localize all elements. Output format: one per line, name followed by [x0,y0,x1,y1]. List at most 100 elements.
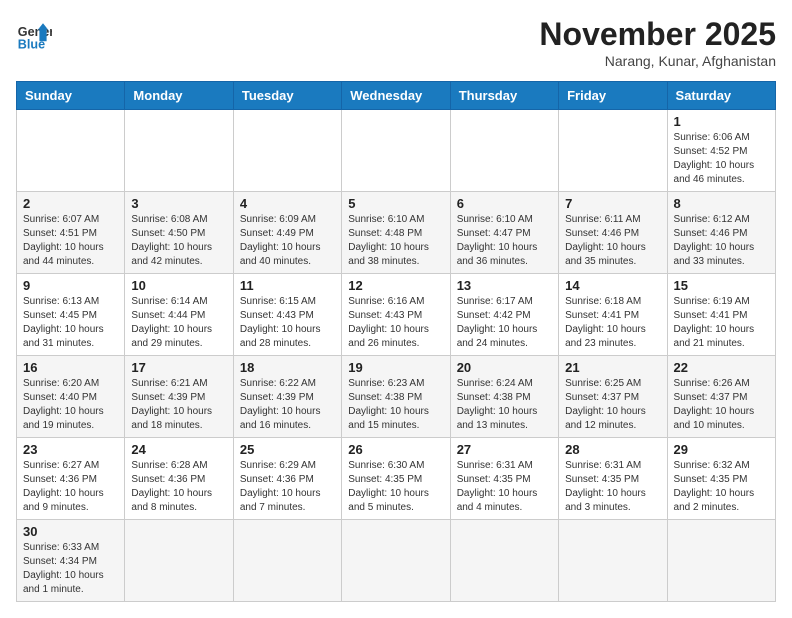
calendar-cell: 9Sunrise: 6:13 AM Sunset: 4:45 PM Daylig… [17,274,125,356]
day-number: 13 [457,278,552,293]
calendar-cell [450,110,558,192]
day-info: Sunrise: 6:18 AM Sunset: 4:41 PM Dayligh… [565,295,660,351]
day-info: Sunrise: 6:21 AM Sunset: 4:39 PM Dayligh… [131,377,226,433]
calendar-cell [559,110,667,192]
calendar-cell: 4 Sunrise: 6:09 AM Sunset: 4:49 PM Daylig… [233,192,341,274]
calendar-cell: 12Sunrise: 6:16 AM Sunset: 4:43 PM Dayli… [342,274,450,356]
day-info: Sunrise: 6:24 AM Sunset: 4:38 PM Dayligh… [457,377,552,433]
day-info: Sunrise: 6:09 AM Sunset: 4:49 PM Dayligh… [240,213,335,269]
day-info: Sunrise: 6:20 AM Sunset: 4:40 PM Dayligh… [23,377,118,433]
day-number: 26 [348,442,443,457]
location-subtitle: Narang, Kunar, Afghanistan [539,53,776,69]
weekday-header-tuesday: Tuesday [233,82,341,110]
calendar-cell: 24Sunrise: 6:28 AM Sunset: 4:36 PM Dayli… [125,438,233,520]
calendar-cell: 7Sunrise: 6:11 AM Sunset: 4:46 PM Daylig… [559,192,667,274]
day-number: 3 [131,196,226,211]
calendar-table: SundayMondayTuesdayWednesdayThursdayFrid… [16,81,776,602]
day-number: 20 [457,360,552,375]
day-number: 10 [131,278,226,293]
day-info: Sunrise: 6:25 AM Sunset: 4:37 PM Dayligh… [565,377,660,433]
day-info: Sunrise: 6:31 AM Sunset: 4:35 PM Dayligh… [457,459,552,515]
day-info: Sunrise: 6:22 AM Sunset: 4:39 PM Dayligh… [240,377,335,433]
calendar-week-row: 23 Sunrise: 6:27 AM Sunset: 4:36 PM Dayli… [17,438,776,520]
calendar-cell [559,520,667,602]
day-info: Sunrise: 6:06 AM Sunset: 4:52 PM Dayligh… [674,131,769,187]
day-info: Sunrise: 6:29 AM Sunset: 4:36 PM Dayligh… [240,459,335,515]
day-info: Sunrise: 6:31 AM Sunset: 4:35 PM Dayligh… [565,459,660,515]
calendar-cell: 1 Sunrise: 6:06 AM Sunset: 4:52 PM Daylig… [667,110,775,192]
calendar-cell [342,110,450,192]
day-info: Sunrise: 6:17 AM Sunset: 4:42 PM Dayligh… [457,295,552,351]
day-info: Sunrise: 6:33 AM Sunset: 4:34 PM Dayligh… [23,541,118,597]
day-number: 4 [240,196,335,211]
day-number: 27 [457,442,552,457]
calendar-cell: 10Sunrise: 6:14 AM Sunset: 4:44 PM Dayli… [125,274,233,356]
calendar-cell: 14 Sunrise: 6:18 AM Sunset: 4:41 PM Dayli… [559,274,667,356]
calendar-cell: 18 Sunrise: 6:22 AM Sunset: 4:39 PM Dayli… [233,356,341,438]
calendar-cell: 3 Sunrise: 6:08 AM Sunset: 4:50 PM Daylig… [125,192,233,274]
calendar-cell: 8 Sunrise: 6:12 AM Sunset: 4:46 PM Daylig… [667,192,775,274]
calendar-cell: 29Sunrise: 6:32 AM Sunset: 4:35 PM Dayli… [667,438,775,520]
day-info: Sunrise: 6:10 AM Sunset: 4:47 PM Dayligh… [457,213,552,269]
day-info: Sunrise: 6:30 AM Sunset: 4:35 PM Dayligh… [348,459,443,515]
day-number: 21 [565,360,660,375]
logo: General Blue [16,16,52,52]
day-number: 22 [674,360,769,375]
page-header: General Blue November 2025 Narang, Kunar… [16,16,776,69]
weekday-header-monday: Monday [125,82,233,110]
calendar-cell [450,520,558,602]
day-number: 1 [674,114,769,129]
calendar-cell: 20 Sunrise: 6:24 AM Sunset: 4:38 PM Dayli… [450,356,558,438]
calendar-week-row: 2Sunrise: 6:07 AM Sunset: 4:51 PM Daylig… [17,192,776,274]
day-number: 12 [348,278,443,293]
calendar-cell: 30 Sunrise: 6:33 AM Sunset: 4:34 PM Dayli… [17,520,125,602]
day-number: 16 [23,360,118,375]
day-info: Sunrise: 6:27 AM Sunset: 4:36 PM Dayligh… [23,459,118,515]
calendar-cell [17,110,125,192]
day-number: 14 [565,278,660,293]
day-info: Sunrise: 6:12 AM Sunset: 4:46 PM Dayligh… [674,213,769,269]
day-info: Sunrise: 6:26 AM Sunset: 4:37 PM Dayligh… [674,377,769,433]
calendar-cell: 25 Sunrise: 6:29 AM Sunset: 4:36 PM Dayli… [233,438,341,520]
calendar-cell: 13 Sunrise: 6:17 AM Sunset: 4:42 PM Dayli… [450,274,558,356]
day-number: 28 [565,442,660,457]
day-info: Sunrise: 6:32 AM Sunset: 4:35 PM Dayligh… [674,459,769,515]
day-number: 25 [240,442,335,457]
calendar-cell: 19 Sunrise: 6:23 AM Sunset: 4:38 PM Dayli… [342,356,450,438]
day-number: 19 [348,360,443,375]
day-number: 5 [348,196,443,211]
calendar-cell: 6 Sunrise: 6:10 AM Sunset: 4:47 PM Daylig… [450,192,558,274]
weekday-header-sunday: Sunday [17,82,125,110]
calendar-cell: 26 Sunrise: 6:30 AM Sunset: 4:35 PM Dayli… [342,438,450,520]
day-number: 8 [674,196,769,211]
day-number: 15 [674,278,769,293]
day-number: 17 [131,360,226,375]
day-number: 23 [23,442,118,457]
calendar-cell: 2Sunrise: 6:07 AM Sunset: 4:51 PM Daylig… [17,192,125,274]
day-info: Sunrise: 6:23 AM Sunset: 4:38 PM Dayligh… [348,377,443,433]
calendar-cell [342,520,450,602]
day-number: 6 [457,196,552,211]
calendar-cell [125,110,233,192]
day-number: 11 [240,278,335,293]
weekday-header-wednesday: Wednesday [342,82,450,110]
calendar-cell [233,110,341,192]
calendar-cell: 17 Sunrise: 6:21 AM Sunset: 4:39 PM Dayli… [125,356,233,438]
calendar-cell [233,520,341,602]
calendar-cell: 15Sunrise: 6:19 AM Sunset: 4:41 PM Dayli… [667,274,775,356]
weekday-header-friday: Friday [559,82,667,110]
calendar-cell [125,520,233,602]
calendar-week-row: 16 Sunrise: 6:20 AM Sunset: 4:40 PM Dayli… [17,356,776,438]
day-number: 18 [240,360,335,375]
calendar-cell [667,520,775,602]
day-number: 30 [23,524,118,539]
calendar-week-row: 30 Sunrise: 6:33 AM Sunset: 4:34 PM Dayli… [17,520,776,602]
day-info: Sunrise: 6:08 AM Sunset: 4:50 PM Dayligh… [131,213,226,269]
day-info: Sunrise: 6:15 AM Sunset: 4:43 PM Dayligh… [240,295,335,351]
calendar-cell: 22 Sunrise: 6:26 AM Sunset: 4:37 PM Dayli… [667,356,775,438]
day-info: Sunrise: 6:10 AM Sunset: 4:48 PM Dayligh… [348,213,443,269]
day-info: Sunrise: 6:13 AM Sunset: 4:45 PM Dayligh… [23,295,118,351]
day-number: 2 [23,196,118,211]
weekday-header-saturday: Saturday [667,82,775,110]
weekday-header-row: SundayMondayTuesdayWednesdayThursdayFrid… [17,82,776,110]
